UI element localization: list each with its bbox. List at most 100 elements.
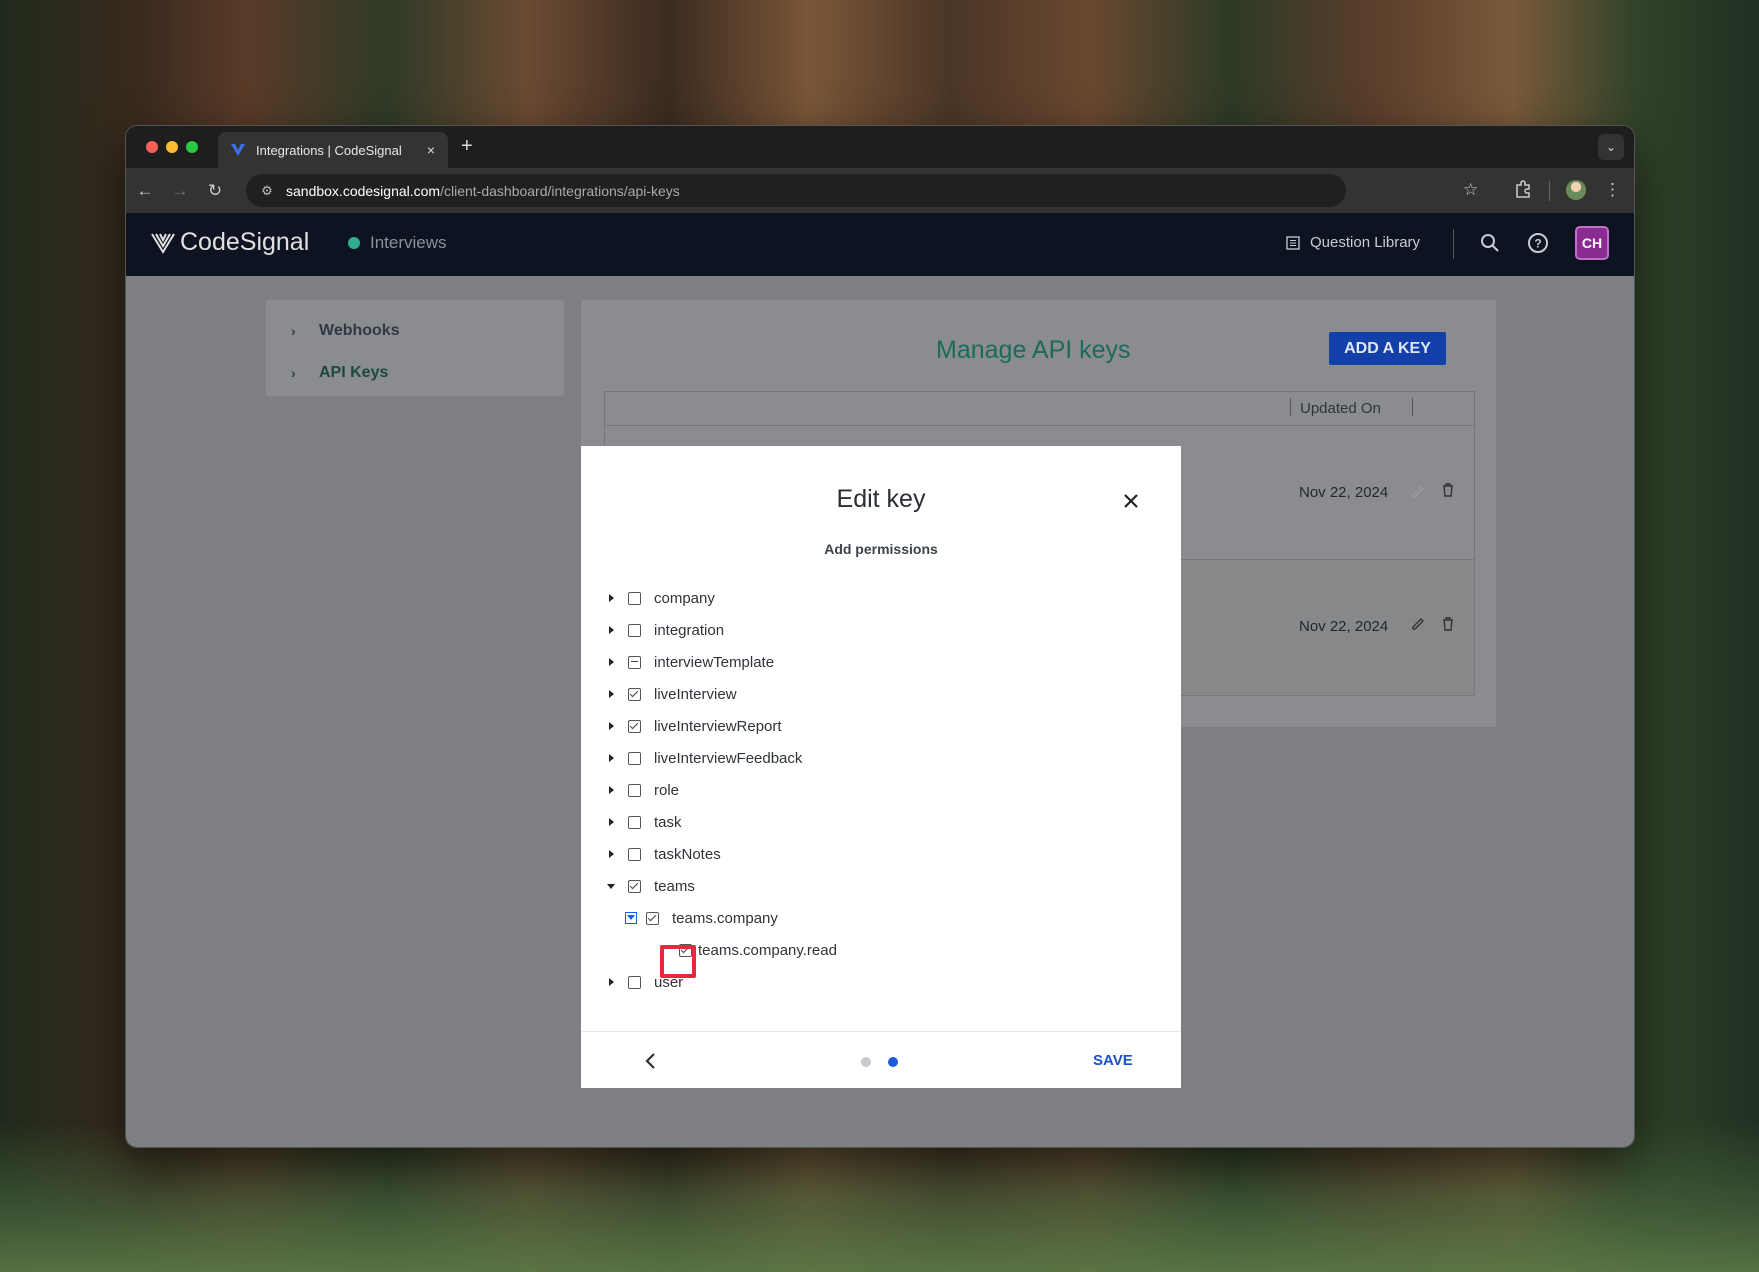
help-icon[interactable]: ? (1526, 231, 1550, 255)
permission-item-teams-company-read[interactable]: teams.company.read (679, 939, 837, 961)
permission-checkbox[interactable] (628, 815, 641, 829)
tab-close-icon[interactable]: × (420, 142, 442, 158)
permission-label: user (654, 973, 684, 991)
product-switcher[interactable]: Interviews (348, 233, 447, 253)
caret-right-icon[interactable] (606, 785, 616, 795)
permission-label: liveInterviewFeedback (654, 749, 803, 767)
permission-label: interviewTemplate (654, 653, 775, 671)
caret-right-icon[interactable] (606, 817, 616, 827)
permission-item-taskNotes[interactable]: taskNotes (606, 843, 721, 865)
user-avatar[interactable]: CH (1575, 226, 1609, 260)
permission-item-liveInterview[interactable]: liveInterview (606, 683, 737, 705)
caret-right-icon[interactable] (606, 657, 616, 667)
caret-right-icon[interactable] (606, 625, 616, 635)
sidebar-item-label: API Keys (319, 364, 389, 381)
permission-checkbox-checked[interactable] (628, 879, 641, 893)
caret-right-icon[interactable] (606, 593, 616, 603)
search-icon[interactable] (1478, 231, 1502, 255)
sidebar-item-webhooks[interactable]: › Webhooks (291, 322, 400, 340)
delete-icon[interactable] (1440, 616, 1456, 632)
permission-label: company (654, 589, 715, 607)
sidebar-item-label: Webhooks (319, 322, 400, 339)
permission-checkbox[interactable] (628, 847, 641, 861)
caret-right-icon[interactable] (606, 977, 616, 987)
codesignal-logo[interactable]: CodeSignal (150, 228, 309, 257)
browser-tab[interactable]: Integrations | CodeSignal × (218, 132, 448, 168)
codesignal-favicon-icon (231, 144, 245, 156)
updated-date: Nov 22, 2024 (1299, 484, 1389, 501)
permission-item-teams[interactable]: teams (606, 875, 695, 897)
page-title: Manage API keys (936, 336, 1131, 364)
permission-item-company[interactable]: company (606, 587, 715, 609)
edit-key-modal: Edit key Add permissions company integra… (581, 446, 1181, 1088)
permission-checkbox[interactable] (628, 751, 641, 765)
permission-checkbox-checked[interactable] (628, 719, 641, 733)
library-icon (1286, 235, 1300, 250)
sidebar-item-api-keys[interactable]: › API Keys (291, 364, 388, 382)
permission-label: teams.company (672, 909, 778, 927)
svg-text:?: ? (1534, 237, 1541, 251)
close-window-button[interactable] (146, 141, 158, 153)
chevron-right-icon: › (291, 323, 296, 339)
permission-label: task (654, 813, 682, 831)
permission-item-teams-company[interactable]: teams.company (625, 907, 778, 929)
edit-icon[interactable] (1410, 484, 1426, 500)
back-arrow-icon[interactable]: ← (134, 180, 156, 202)
caret-right-icon[interactable] (606, 689, 616, 699)
profile-avatar[interactable] (1566, 180, 1586, 200)
minimize-window-button[interactable] (166, 141, 178, 153)
permission-item-liveInterviewFeedback[interactable]: liveInterviewFeedback (606, 747, 802, 769)
permission-checkbox[interactable] (628, 783, 641, 797)
permission-item-role[interactable]: role (606, 779, 679, 801)
browser-toolbar: ← → ↻ ⚙ sandbox.codesignal.com/client-da… (126, 168, 1634, 213)
permission-checkbox-checked[interactable] (628, 687, 641, 701)
permission-item-integration[interactable]: integration (606, 619, 724, 641)
permission-checkbox[interactable] (628, 591, 641, 605)
updated-date: Nov 22, 2024 (1299, 618, 1389, 635)
caret-right-icon[interactable] (606, 849, 616, 859)
url-path: /client-dashboard/integrations/api-keys (440, 182, 680, 199)
permission-checkbox[interactable] (628, 623, 641, 637)
chevron-right-icon: › (291, 365, 296, 381)
back-chevron-icon[interactable] (641, 1051, 661, 1071)
close-icon[interactable] (1118, 488, 1144, 514)
permission-label: teams.company.read (698, 941, 837, 959)
extensions-icon[interactable] (1514, 180, 1532, 203)
collapse-toggle-icon[interactable] (625, 912, 637, 924)
browser-window: Integrations | CodeSignal × + ⌄ ← → ↻ ⚙ … (125, 125, 1635, 1148)
column-divider (1412, 398, 1413, 416)
save-button[interactable]: SAVE (1093, 1052, 1133, 1069)
permission-item-user[interactable]: user (606, 971, 683, 993)
reload-icon[interactable]: ↻ (204, 180, 226, 202)
caret-down-icon[interactable] (606, 881, 616, 891)
new-tab-button[interactable]: + (461, 135, 473, 158)
question-library-link[interactable]: Question Library (1286, 234, 1420, 251)
step-indicator-dot-active (888, 1057, 898, 1067)
permission-item-liveInterviewReport[interactable]: liveInterviewReport (606, 715, 782, 737)
permission-label: liveInterview (654, 685, 737, 703)
tab-search-dropdown-icon[interactable]: ⌄ (1598, 134, 1624, 160)
forward-arrow-icon[interactable]: → (169, 180, 191, 202)
add-key-button[interactable]: ADD A KEY (1329, 332, 1446, 365)
delete-icon[interactable] (1440, 482, 1456, 498)
column-divider (1290, 398, 1291, 416)
toolbar-divider (1549, 181, 1550, 201)
url-host: sandbox.codesignal.com (286, 182, 441, 199)
caret-right-icon[interactable] (606, 753, 616, 763)
permission-checkbox-checked[interactable] (646, 911, 659, 925)
edit-icon[interactable] (1410, 616, 1426, 632)
permission-checkbox[interactable] (628, 975, 641, 989)
page-content: CodeSignal Interviews Question Library ? (126, 213, 1634, 1147)
permission-label: taskNotes (654, 845, 721, 863)
site-settings-icon[interactable]: ⚙ (258, 183, 276, 199)
permission-checkbox-indeterminate[interactable] (628, 655, 641, 669)
browser-menu-icon[interactable]: ⋮ (1604, 180, 1621, 200)
maximize-window-button[interactable] (186, 141, 198, 153)
caret-right-icon[interactable] (606, 721, 616, 731)
permission-label: integration (654, 621, 725, 639)
column-header-updated[interactable]: Updated On (1300, 400, 1381, 417)
permission-item-task[interactable]: task (606, 811, 682, 833)
address-bar[interactable]: ⚙ sandbox.codesignal.com/client-dashboar… (246, 174, 1346, 207)
bookmark-star-icon[interactable]: ☆ (1463, 180, 1478, 200)
permission-item-interviewTemplate[interactable]: interviewTemplate (606, 651, 774, 673)
